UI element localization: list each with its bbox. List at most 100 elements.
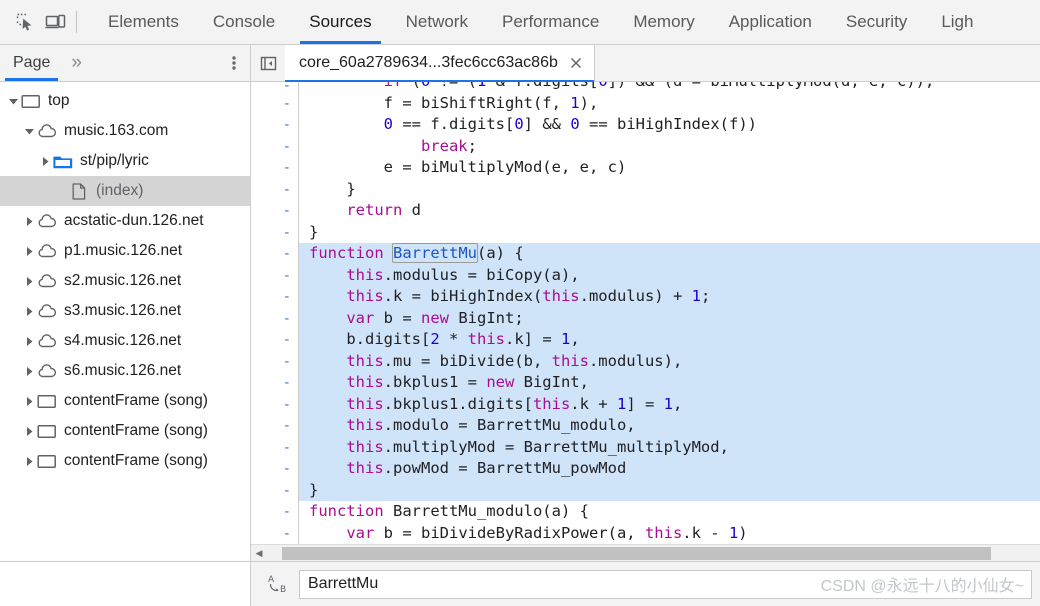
tab-sources[interactable]: Sources — [292, 0, 388, 44]
gutter-marker[interactable]: - — [251, 244, 298, 266]
gutter-marker[interactable]: - — [251, 287, 298, 309]
code-line: this.bkplus1 = new BigInt, — [299, 372, 1040, 394]
code-line: } — [309, 222, 319, 241]
tab-console[interactable]: Console — [196, 0, 292, 44]
gutter-marker[interactable]: - — [251, 481, 298, 503]
twisty-expanded-icon[interactable] — [22, 126, 36, 137]
scrollbar-thumb[interactable] — [282, 546, 991, 560]
toolbar-divider — [76, 11, 77, 33]
cloud-icon — [36, 242, 58, 260]
tree-item-contentframe-song[interactable]: contentFrame (song) — [0, 386, 250, 416]
gutter-marker[interactable]: - — [251, 137, 298, 159]
gutter-marker[interactable]: - — [251, 395, 298, 417]
gutter-marker[interactable]: - — [251, 524, 298, 545]
gutter-marker[interactable]: - — [251, 352, 298, 374]
tree-item-p1-music-126-net[interactable]: p1.music.126.net — [0, 236, 250, 266]
gutter-marker[interactable]: - — [251, 115, 298, 137]
panel-collapse-icon[interactable] — [251, 45, 285, 81]
gutter-marker[interactable]: - — [251, 502, 298, 524]
tree-item-music-163-com[interactable]: music.163.com — [0, 116, 250, 146]
close-icon[interactable] — [567, 54, 585, 72]
twisty-collapsed-icon[interactable] — [22, 306, 36, 317]
tab-lighthouse[interactable]: Ligh — [924, 0, 990, 44]
tree-item-acstatic-dun-126-net[interactable]: acstatic-dun.126.net — [0, 206, 250, 236]
twisty-collapsed-icon[interactable] — [22, 396, 36, 407]
gutter-marker[interactable]: - — [251, 223, 298, 245]
code-line: this.k = biHighIndex(this.modulus) + 1; — [299, 286, 1040, 308]
code-line: b.digits[2 * this.k] = 1, — [299, 329, 1040, 351]
tree-item-s3-music-126-net[interactable]: s3.music.126.net — [0, 296, 250, 326]
tree-item-label: s6.music.126.net — [64, 362, 182, 379]
tab-elements[interactable]: Elements — [91, 0, 196, 44]
pretty-print-icon[interactable]: A B — [261, 569, 295, 599]
editor-horizontal-scrollbar[interactable]: ◀ — [251, 544, 1040, 561]
inspect-cursor-icon[interactable] — [10, 7, 40, 37]
twisty-collapsed-icon[interactable] — [22, 216, 36, 227]
tab-network[interactable]: Network — [389, 0, 485, 44]
cloud-icon — [36, 362, 58, 380]
gutter-marker[interactable]: - — [251, 438, 298, 460]
code-editor[interactable]: ---------------------- if (0 != (1 & f.d… — [251, 82, 1040, 544]
gutter-marker[interactable]: - — [251, 459, 298, 481]
tree-item-index[interactable]: (index) — [0, 176, 250, 206]
code-line: var b = biDivideByRadixPower(a, this.k -… — [346, 523, 748, 542]
cloud-icon — [36, 332, 58, 350]
twisty-collapsed-icon[interactable] — [22, 276, 36, 287]
tree-item-label: s3.music.126.net — [64, 302, 182, 319]
twisty-collapsed-icon[interactable] — [38, 156, 52, 167]
more-vertical-icon[interactable] — [218, 45, 250, 81]
twisty-collapsed-icon[interactable] — [22, 456, 36, 467]
editor-file-tab-label: core_60a2789634...3fec6cc63ac86b — [299, 54, 558, 71]
frame-icon — [20, 92, 42, 110]
tab-memory[interactable]: Memory — [616, 0, 711, 44]
tree-item-contentframe-song[interactable]: contentFrame (song) — [0, 416, 250, 446]
navigator-header: Page » — [0, 45, 250, 82]
toolbar-icon-group — [0, 0, 91, 44]
twisty-collapsed-icon[interactable] — [22, 426, 36, 437]
code-line: break; — [420, 136, 477, 155]
gutter-marker[interactable]: - — [251, 180, 298, 202]
code-line: } — [299, 479, 1040, 501]
tree-item-s6-music-126-net[interactable]: s6.music.126.net — [0, 356, 250, 386]
tree-item-top[interactable]: top — [0, 86, 250, 116]
devtools-main-toolbar: Elements Console Sources Network Perform… — [0, 0, 1040, 45]
tree-item-label: (index) — [96, 182, 144, 199]
device-toolbar-icon[interactable] — [40, 7, 70, 37]
twisty-collapsed-icon[interactable] — [22, 246, 36, 257]
gutter-marker[interactable]: - — [251, 82, 298, 94]
tab-performance[interactable]: Performance — [485, 0, 616, 44]
gutter-marker[interactable]: - — [251, 158, 298, 180]
tree-item-st-pip-lyric[interactable]: st/pip/lyric — [0, 146, 250, 176]
code-line: this.modulo = BarrettMu_modulo, — [299, 415, 1040, 437]
tree-item-label: contentFrame (song) — [64, 392, 208, 409]
tree-item-s4-music-126-net[interactable]: s4.music.126.net — [0, 326, 250, 356]
tree-item-label: s4.music.126.net — [64, 332, 182, 349]
twisty-collapsed-icon[interactable] — [22, 366, 36, 377]
tab-security[interactable]: Security — [829, 0, 924, 44]
twisty-expanded-icon[interactable] — [6, 96, 20, 107]
gutter-marker[interactable]: - — [251, 416, 298, 438]
navigator-tab-page[interactable]: Page — [0, 45, 63, 81]
scroll-left-arrow-icon[interactable]: ◀ — [251, 545, 267, 562]
editor-file-tab[interactable]: core_60a2789634...3fec6cc63ac86b — [285, 45, 595, 82]
cloud-icon — [36, 212, 58, 230]
gutter-marker[interactable]: - — [251, 373, 298, 395]
page-resource-tree: top music.163.com st/pip/lyric (index) acsta… — [0, 82, 250, 561]
twisty-collapsed-icon[interactable] — [22, 336, 36, 347]
code-line: if (0 != (1 & f.digits[0]) && (d = biMul… — [299, 82, 1040, 93]
tab-application[interactable]: Application — [712, 0, 829, 44]
gutter-marker[interactable]: - — [251, 330, 298, 352]
tree-item-label: contentFrame (song) — [64, 422, 208, 439]
tree-item-s2-music-126-net[interactable]: s2.music.126.net — [0, 266, 250, 296]
tree-item-label: music.163.com — [64, 122, 169, 139]
tree-item-contentframe-song[interactable]: contentFrame (song) — [0, 446, 250, 476]
gutter-marker[interactable]: - — [251, 201, 298, 223]
search-input[interactable] — [299, 569, 1032, 599]
editor-scroll-container[interactable]: if (0 != (1 & f.digits[0]) && (d = biMul… — [299, 82, 1040, 544]
gutter-marker[interactable]: - — [251, 309, 298, 331]
svg-text:A: A — [268, 575, 275, 585]
gutter-marker[interactable]: - — [251, 94, 298, 116]
double-chevron-right-icon[interactable]: » — [63, 45, 88, 81]
gutter-marker[interactable]: - — [251, 266, 298, 288]
cloud-icon — [36, 302, 58, 320]
